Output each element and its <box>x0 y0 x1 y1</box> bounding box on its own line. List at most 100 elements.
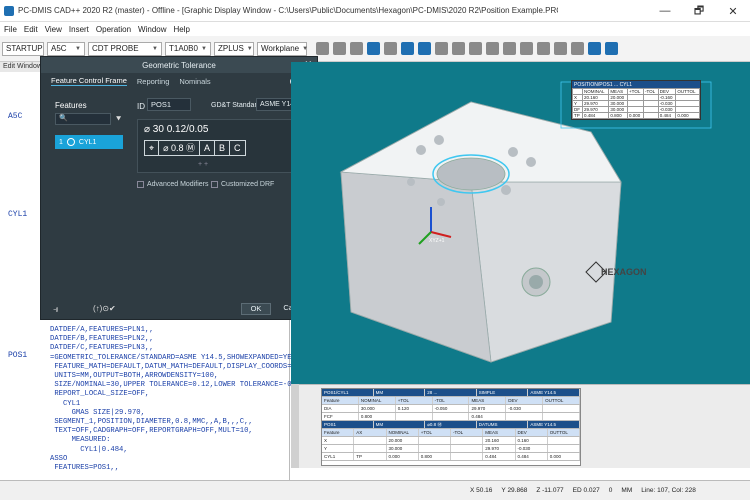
code-line[interactable]: SEGMENT_1,POSITION,DIAMETER,0.8,MMC,,A,B… <box>50 418 290 427</box>
solid-view-icon[interactable] <box>333 42 346 55</box>
alignment-select[interactable]: A5C ▼ <box>47 41 85 56</box>
checkbox-box[interactable] <box>211 181 218 188</box>
probe-file-select[interactable]: STARTUP▼ <box>2 41 52 56</box>
feature-search-input[interactable]: 🔍 <box>55 113 111 125</box>
plane-select[interactable]: Workplane ▼ <box>257 41 308 56</box>
layout-icon[interactable] <box>588 42 601 55</box>
feature-icon[interactable] <box>452 42 465 55</box>
ok-button[interactable]: OK <box>241 303 271 315</box>
tab-reporting[interactable]: Reporting <box>137 77 170 86</box>
code-line[interactable]: REPORT_LOCAL_SIZE=OFF, <box>50 390 290 399</box>
report-cell: NOMINAL <box>359 397 396 404</box>
probe-mode-icon[interactable] <box>384 42 397 55</box>
camera-icon[interactable] <box>571 42 584 55</box>
table-cell: TP <box>571 112 584 119</box>
table-cell <box>643 112 659 119</box>
workplane-select[interactable]: ZPLUS ▼ <box>214 41 254 56</box>
code-line[interactable]: FEATURES=POS1,, <box>50 464 290 473</box>
menu-file[interactable]: File <box>4 25 17 34</box>
code-line[interactable]: =GEOMETRIC_TOLERANCE/STANDARD=ASME Y14.5… <box>50 354 300 363</box>
report-window-side-tab[interactable] <box>291 384 299 468</box>
construct-icon[interactable] <box>469 42 482 55</box>
report-content[interactable]: POS1/CYL1 MM 28 ... SIMPLE ASME Y14.5 Feature… <box>321 388 581 466</box>
hexagon-logo: HEXAGON <box>601 267 647 277</box>
close-button[interactable]: ✕ <box>716 0 750 22</box>
datum-c-cell[interactable]: C <box>230 141 245 155</box>
code-line[interactable]: DATDEF/A,FEATURES=PLN1,, <box>50 326 290 335</box>
graphic-display-window[interactable]: HEXAGON XYZ+1 POSITION/POS1 ... CYL1 NOM… <box>291 62 750 384</box>
code-line[interactable]: UNITS=MM,OUTPUT=BOTH,ARROWDENSITY=100, <box>50 372 290 381</box>
report-cell: -TOL <box>451 429 484 436</box>
code-line[interactable]: FEATURE_MATH=DEFAULT,DATUM_MATH=DEFAULT,… <box>50 363 308 372</box>
table-cell: 0.000 <box>627 112 645 119</box>
tolerance-cell[interactable]: ⌀ 0.8 Ⓜ <box>159 141 201 155</box>
dimension-info-box[interactable]: POSITION/POS1 ... CYL1 NOMINAL MEAS +TOL -T… <box>571 80 701 120</box>
tab-nominals[interactable]: Nominals <box>179 77 210 86</box>
report-cell: NOMINAL <box>387 429 419 436</box>
code-line[interactable]: CYL1 <box>50 400 290 409</box>
dialog-tool-icons[interactable]: (↑)⊙✔ <box>93 304 116 313</box>
report-cell <box>354 445 387 452</box>
position-symbol-icon[interactable]: ⌖ <box>145 141 160 155</box>
tip-select[interactable]: T1A0B0 ▼ <box>165 41 211 56</box>
code-line[interactable]: MEASURED: <box>50 436 290 445</box>
editor-label-a5c[interactable]: A5C <box>8 112 22 121</box>
filter-icon[interactable]: ⯆ <box>115 114 122 125</box>
menu-insert[interactable]: Insert <box>69 25 89 34</box>
customized-drf-checkbox[interactable]: Customized DRF <box>211 181 274 188</box>
report-cell: TP <box>354 453 387 460</box>
menu-window[interactable]: Window <box>138 25 166 34</box>
report-row: Feature NOMINAL +TOL -TOL MEAS DEV OUTTOL <box>322 397 581 405</box>
advanced-modifiers-checkbox[interactable]: Advanced Modifiers <box>137 181 208 188</box>
view-icon[interactable] <box>316 42 329 55</box>
symbol-palette-icon[interactable]: ⫣ <box>53 304 58 315</box>
menu-operation[interactable]: Operation <box>96 25 131 34</box>
report-cell: 20.160 <box>483 437 516 444</box>
wire-view-icon[interactable] <box>350 42 363 55</box>
restore-button[interactable]: 🗗 <box>682 0 716 22</box>
code-line[interactable]: ASSO <box>50 455 290 464</box>
code-line[interactable]: GMAS SIZE|29.970, <box>50 409 290 418</box>
move-icon[interactable] <box>418 42 431 55</box>
probe-select[interactable]: CDT PROBE ▼ <box>88 41 162 56</box>
report-row: POS1 MM ⌀0.8 Ⓜ DATUMS ASME Y14.5 <box>322 421 580 429</box>
datum-a-cell[interactable]: A <box>200 141 216 155</box>
dialog-title-bar: Geometric Tolerance ✕ <box>41 57 317 73</box>
report-cell: 0.800 <box>359 413 396 420</box>
code-line[interactable]: TEXT=OFF,CADGRAPH=OFF,REPORTGRAPH=OFF,MU… <box>50 427 290 436</box>
size-tolerance-line[interactable]: ⌀ 30 0.12/0.05 <box>144 124 208 135</box>
code-line[interactable]: DATDEF/B,FEATURES=PLN2,, <box>50 335 290 344</box>
report-row: Feature AX NOMINAL +TOL -TOL MEAS DEV OUTTOL <box>322 429 580 437</box>
report-cell: X <box>322 437 355 444</box>
editor-code[interactable]: DATDEF/A,FEATURES=PLN1,, DATDEF/B,FEATURE… <box>50 326 309 473</box>
gdt-icon[interactable] <box>503 42 516 55</box>
tab-feature-control-frame[interactable]: Feature Control Frame <box>51 76 127 86</box>
execute-icon[interactable] <box>554 42 567 55</box>
feature-control-frame-editor[interactable]: ⌀ 30 0.12/0.05 ⌖ ⌀ 0.8 Ⓜ A B C + + <box>137 119 309 173</box>
menu-help[interactable]: Help <box>174 25 190 34</box>
editor-label-pos1[interactable]: POS1 <box>8 351 27 360</box>
feature-control-frame[interactable]: ⌖ ⌀ 0.8 Ⓜ A B C <box>144 140 246 156</box>
code-line[interactable]: CYL1|0.484, <box>50 446 290 455</box>
minimize-button[interactable]: — <box>648 0 682 22</box>
window-icon[interactable] <box>605 42 618 55</box>
report-cell: 0.484 <box>483 453 516 460</box>
code-line[interactable]: DATDEF/C,FEATURES=PLN3,, <box>50 344 290 353</box>
checkbox-box[interactable] <box>137 181 144 188</box>
align-icon[interactable] <box>401 42 414 55</box>
datum-b-cell[interactable]: B <box>215 141 231 155</box>
report-cell: OUTTOL <box>548 429 580 436</box>
probe-icon[interactable] <box>367 42 380 55</box>
add-segment-icons[interactable]: + + <box>198 161 208 168</box>
datum-icon[interactable] <box>520 42 533 55</box>
editor-label-cyl1[interactable]: CYL1 <box>8 210 27 219</box>
report-cell: +TOL <box>396 397 433 404</box>
menu-view[interactable]: View <box>45 25 62 34</box>
id-input[interactable]: POS1 <box>147 98 191 111</box>
feature-list-item[interactable]: 1 CYL1 <box>55 135 123 149</box>
measure-icon[interactable] <box>435 42 448 55</box>
code-line[interactable]: SIZE/NOMINAL=30,UPPER TOLERANCE=0.12,LOW… <box>50 381 308 390</box>
dimension-icon[interactable] <box>486 42 499 55</box>
report-icon[interactable] <box>537 42 550 55</box>
menu-edit[interactable]: Edit <box>24 25 38 34</box>
